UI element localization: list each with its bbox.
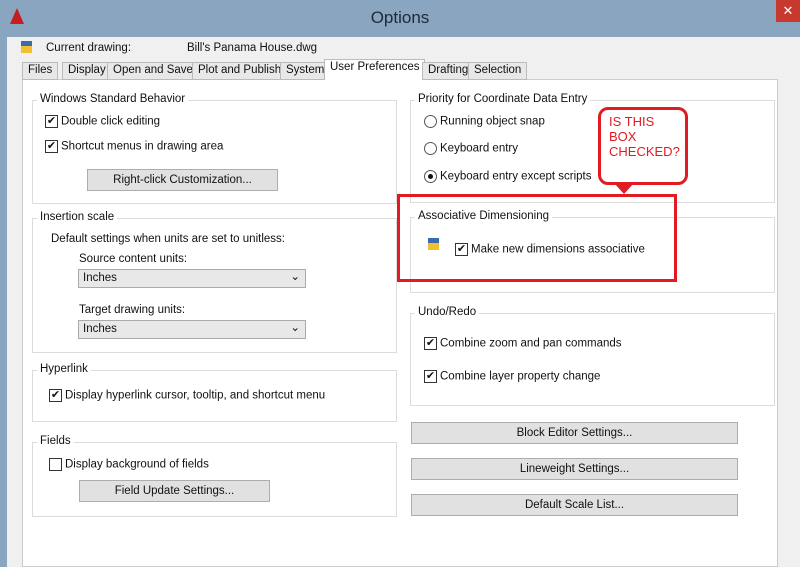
label: Display hyperlink cursor, tooltip, and s…	[65, 389, 326, 402]
annotation-highlight-box	[397, 194, 677, 282]
double-click-option[interactable]: ✔ Double click editing	[45, 115, 160, 128]
shortcut-menus-option[interactable]: ✔ Shortcut menus in drawing area	[45, 140, 223, 153]
undo-redo-group: Undo/Redo	[410, 306, 775, 406]
chevron-down-icon: ⌄	[290, 322, 300, 334]
group-title: Windows Standard Behavior	[37, 93, 189, 105]
source-units-select[interactable]: Inches ⌄	[78, 269, 306, 288]
window-title: Options	[370, 8, 430, 27]
insertion-desc: Default settings when units are set to u…	[51, 233, 285, 245]
group-title: Fields	[37, 435, 74, 447]
close-button[interactable]: ✕	[776, 0, 800, 22]
tab-open-save[interactable]: Open and Save	[107, 62, 199, 80]
checkbox-unchecked[interactable]	[49, 458, 62, 471]
radio-keyboard-except-scripts[interactable]: Keyboard entry except scripts	[424, 170, 592, 183]
label: Keyboard entry	[440, 142, 518, 155]
tab-plot-publish[interactable]: Plot and Publish	[192, 62, 288, 80]
lineweight-settings-button[interactable]: Lineweight Settings...	[411, 458, 738, 480]
checkbox-checked[interactable]: ✔	[45, 115, 58, 128]
block-editor-settings-button[interactable]: Block Editor Settings...	[411, 422, 738, 444]
tab-user-preferences[interactable]: User Preferences	[324, 59, 426, 80]
checkbox-checked[interactable]: ✔	[45, 140, 58, 153]
current-drawing-label: Current drawing:	[46, 42, 132, 54]
tab-drafting[interactable]: Drafting	[422, 62, 475, 80]
fields-background-option[interactable]: Display background of fields	[49, 458, 209, 471]
label: Shortcut menus in drawing area	[61, 140, 224, 153]
radio[interactable]	[424, 142, 437, 155]
value: Inches	[83, 272, 117, 284]
combine-zoom-option[interactable]: ✔ Combine zoom and pan commands	[424, 337, 622, 350]
tab-display[interactable]: Display	[62, 62, 112, 80]
checkbox-checked[interactable]: ✔	[424, 370, 437, 383]
target-units-select[interactable]: Inches ⌄	[78, 320, 306, 339]
field-update-settings-button[interactable]: Field Update Settings...	[79, 480, 270, 502]
right-click-customization-button[interactable]: Right-click Customization...	[87, 169, 278, 191]
tab-system[interactable]: System	[280, 62, 331, 80]
checkbox-checked[interactable]: ✔	[49, 389, 62, 402]
label: Combine zoom and pan commands	[440, 337, 622, 350]
tab-files[interactable]: Files	[22, 62, 59, 80]
radio[interactable]	[424, 115, 437, 128]
hyperlink-option[interactable]: ✔ Display hyperlink cursor, tooltip, and …	[49, 389, 325, 402]
tab-selection[interactable]: Selection	[468, 62, 528, 80]
label: Running object snap	[440, 115, 545, 128]
group-title: Priority for Coordinate Data Entry	[415, 93, 591, 105]
chevron-down-icon: ⌄	[290, 271, 300, 283]
source-units-label: Source content units:	[79, 253, 188, 265]
target-units-label: Target drawing units:	[79, 304, 186, 316]
combine-layer-option[interactable]: ✔ Combine layer property change	[424, 370, 600, 383]
label: Display background of fields	[65, 458, 209, 471]
current-drawing-name: Bill's Panama House.dwg	[187, 42, 318, 54]
drawing-file-icon	[21, 41, 32, 53]
callout-pointer	[614, 183, 634, 194]
radio-running-object-snap[interactable]: Running object snap	[424, 115, 545, 128]
label: Combine layer property change	[440, 370, 601, 383]
value: Inches	[83, 323, 117, 335]
label: Keyboard entry except scripts	[440, 170, 592, 183]
radio-keyboard-entry[interactable]: Keyboard entry	[424, 142, 518, 155]
annotation-callout: IS THIS BOX CHECKED?	[598, 107, 688, 185]
checkbox-checked[interactable]: ✔	[424, 337, 437, 350]
default-scale-list-button[interactable]: Default Scale List...	[411, 494, 738, 516]
radio-selected[interactable]	[424, 170, 437, 183]
label: Double click editing	[61, 115, 161, 128]
group-title: Hyperlink	[37, 363, 91, 375]
group-title: Undo/Redo	[415, 306, 480, 318]
group-title: Insertion scale	[37, 211, 118, 223]
